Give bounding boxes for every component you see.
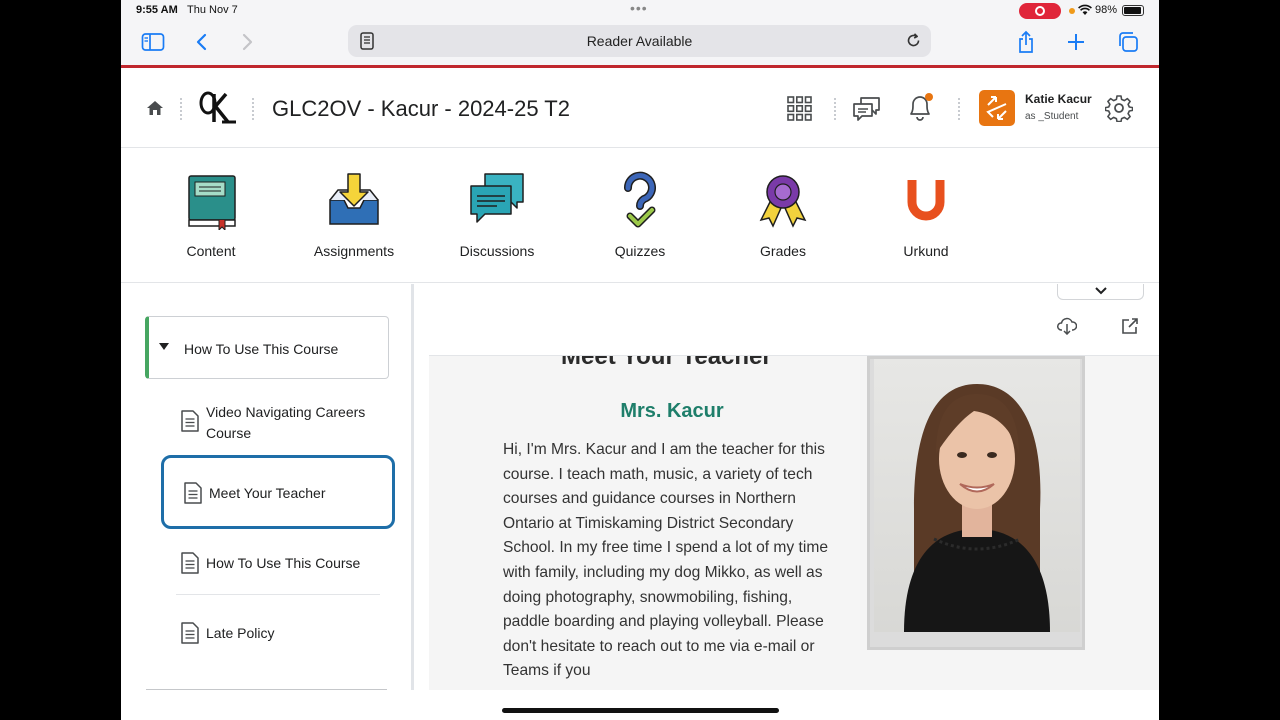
- status-bar: 9:55 AM Thu Nov 7 ••• 98%: [121, 0, 1159, 22]
- settings-gear-icon[interactable]: [1105, 94, 1133, 122]
- toc-item-label[interactable]: Meet Your Teacher: [209, 483, 389, 504]
- browser-toolbar: Reader Available: [121, 22, 1159, 65]
- address-bar[interactable]: Reader Available: [348, 25, 931, 57]
- toc-item-label[interactable]: Video Navigating Careers Course: [206, 402, 386, 444]
- nav-quizzes[interactable]: Quizzes: [585, 170, 695, 259]
- document-icon: [181, 552, 199, 574]
- user-role: as _Student: [1025, 111, 1079, 122]
- course-header: GLC2OV - Kacur - 2024-25 T2 Katie Kacur …: [121, 68, 1159, 148]
- chat-bubbles-icon: [470, 173, 524, 223]
- course-selector-grid-icon[interactable]: [787, 96, 812, 121]
- content-pane: Meet Your Teacher Mrs. Kacur Hi, I'm Mrs…: [417, 284, 1159, 690]
- course-title[interactable]: GLC2OV - Kacur - 2024-25 T2: [272, 96, 570, 122]
- course-navbar: Content Assignments Discussions Quizzes …: [121, 148, 1159, 283]
- toc-divider: [176, 594, 380, 595]
- status-date: Thu Nov 7: [187, 4, 238, 16]
- status-time: 9:55 AM: [136, 4, 178, 16]
- toc-bottom-divider: [146, 689, 387, 690]
- address-text[interactable]: Reader Available: [348, 33, 931, 49]
- header-separator: [180, 98, 182, 120]
- nav-assignments[interactable]: Assignments: [299, 170, 409, 259]
- new-tab-icon[interactable]: [1062, 28, 1090, 56]
- nav-content-label[interactable]: Content: [156, 243, 266, 259]
- toc-module-label[interactable]: How To Use This Course: [184, 341, 338, 357]
- screen-recording-icon[interactable]: [1019, 3, 1061, 19]
- ribbon-award-icon: [759, 175, 807, 228]
- document-heading: Meet Your Teacher: [561, 355, 772, 370]
- nav-assignments-label[interactable]: Assignments: [299, 243, 409, 259]
- header-separator: [252, 98, 254, 120]
- header-separator: [958, 98, 960, 120]
- tabs-icon[interactable]: [1114, 28, 1142, 56]
- chevron-down-icon: [1095, 287, 1107, 295]
- inbox-tray-icon: [329, 173, 379, 225]
- back-icon[interactable]: [188, 28, 216, 56]
- sidebar-icon[interactable]: [139, 28, 167, 56]
- home-icon[interactable]: [146, 99, 164, 117]
- toc-item-how-to-use[interactable]: How To Use This Course: [161, 539, 395, 589]
- document-icon: [181, 410, 199, 432]
- nav-grades-label[interactable]: Grades: [728, 243, 838, 259]
- document-icon: [181, 622, 199, 644]
- download-icon[interactable]: [1056, 315, 1078, 337]
- toc-item-video-navigating[interactable]: Video Navigating Careers Course: [161, 394, 395, 454]
- header-separator: [834, 98, 836, 120]
- nav-urkund-label[interactable]: Urkund: [871, 243, 981, 259]
- caret-down-icon[interactable]: [159, 343, 169, 350]
- toc-item-label[interactable]: How To Use This Course: [206, 553, 386, 574]
- teacher-photo-frame: [867, 356, 1085, 650]
- share-icon[interactable]: [1012, 28, 1040, 56]
- mic-indicator-icon: [1069, 8, 1075, 14]
- reload-icon[interactable]: [905, 32, 922, 49]
- nav-grades[interactable]: Grades: [728, 170, 838, 259]
- document-viewer[interactable]: Meet Your Teacher Mrs. Kacur Hi, I'm Mrs…: [429, 355, 1159, 690]
- nav-discussions[interactable]: Discussions: [442, 170, 552, 259]
- notifications-bell-icon[interactable]: [906, 92, 934, 122]
- nav-urkund[interactable]: Urkund: [871, 170, 981, 259]
- open-new-window-icon[interactable]: [1119, 315, 1141, 337]
- school-logo-icon[interactable]: [198, 90, 238, 126]
- question-check-icon: [623, 171, 656, 228]
- battery-percent: 98%: [1095, 4, 1118, 16]
- wifi-icon: [1078, 4, 1092, 15]
- toc-item-late-policy[interactable]: Late Policy: [161, 609, 395, 659]
- collapse-header-button[interactable]: [1057, 284, 1144, 300]
- teacher-photo: [874, 359, 1080, 632]
- multitasking-dots-icon[interactable]: •••: [630, 0, 648, 16]
- nav-discussions-label[interactable]: Discussions: [442, 243, 552, 259]
- user-avatar[interactable]: [979, 90, 1015, 126]
- toc-item-meet-your-teacher[interactable]: Meet Your Teacher: [161, 455, 395, 529]
- teacher-name: Mrs. Kacur: [620, 400, 724, 422]
- book-icon: [188, 175, 236, 232]
- nav-content[interactable]: Content: [156, 170, 266, 259]
- teacher-bio: Hi, I'm Mrs. Kacur and I am the teacher …: [503, 441, 829, 680]
- forward-icon[interactable]: [233, 28, 261, 56]
- messages-icon[interactable]: [852, 95, 882, 123]
- battery-icon: [1122, 5, 1144, 16]
- table-of-contents: How To Use This Course Video Navigating …: [121, 284, 414, 690]
- ipad-screen: 9:55 AM Thu Nov 7 ••• 98% Reader Availab…: [121, 0, 1159, 720]
- toc-item-label[interactable]: Late Policy: [206, 623, 386, 644]
- home-indicator[interactable]: [502, 708, 779, 713]
- role-switch-icon: [986, 96, 1007, 120]
- document-icon: [184, 482, 202, 504]
- nav-quizzes-label[interactable]: Quizzes: [585, 243, 695, 259]
- toc-module-how-to-use[interactable]: How To Use This Course: [145, 316, 389, 379]
- urkund-u-icon: [907, 180, 945, 221]
- user-name[interactable]: Katie Kacur: [1025, 92, 1092, 106]
